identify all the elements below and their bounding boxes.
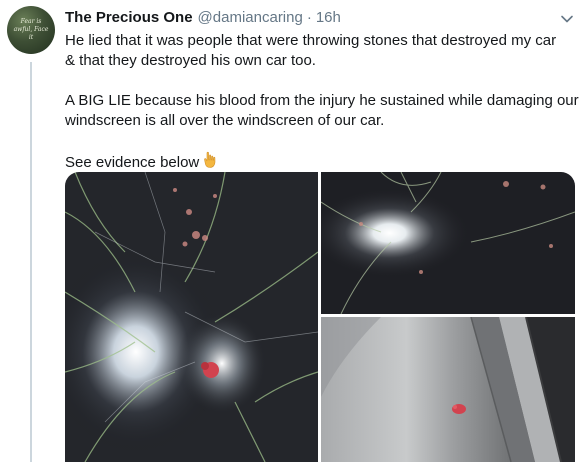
tweet-text-evidence: See evidence below [65,154,200,171]
tweet-header: The Precious One @damiancaring · 16h [65,9,341,29]
author-display-name[interactable]: The Precious One [65,9,193,26]
chevron-down-icon[interactable] [560,12,574,26]
avatar-caption: Fear is awful, Face it [13,18,49,41]
media-grid [65,172,575,462]
tweet-text-line: windscreen is all over the windscreen of… [65,112,385,129]
tweet-timestamp[interactable]: 16h [316,9,341,26]
thread-connector-line [30,62,32,462]
tweet-body: He lied that it was people that were thr… [65,31,580,175]
tweet-text-line: He lied that it was people that were thr… [65,32,557,49]
author-handle[interactable]: @damiancaring [198,9,303,26]
cracked-windscreen-photo-large[interactable] [65,172,318,462]
avatar[interactable]: Fear is awful, Face it [7,6,55,54]
separator-dot: · [306,9,312,26]
cracked-windscreen-photo-night[interactable] [321,172,575,314]
tweet-text-line: & that they destroyed his own car too. [65,52,316,69]
car-pillar-blood-photo[interactable] [321,317,575,462]
tweet-text-line: A BIG LIE because his blood from the inj… [65,92,579,109]
